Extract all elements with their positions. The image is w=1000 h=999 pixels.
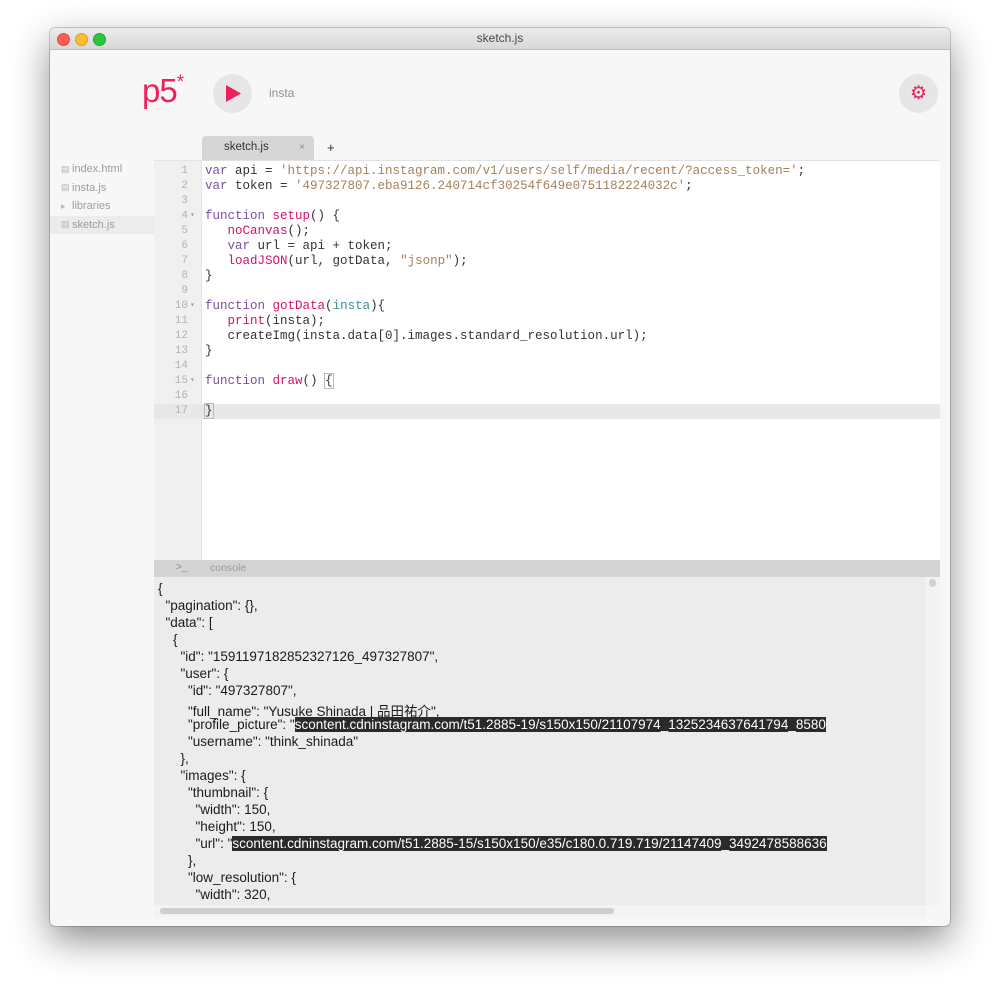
tab-close-icon[interactable]: × (299, 142, 305, 153)
file-icon: ▤ (61, 163, 70, 174)
folder-arrow-icon: ▸ (61, 200, 66, 211)
code-line[interactable]: 10 ▾ function gotData(insta){ (154, 299, 940, 314)
console-line: "url": "scontent.cdninstagram.com/t51.28… (158, 836, 827, 851)
code-line[interactable]: 11 print(insta); (154, 314, 940, 329)
console-header[interactable]: >_ console (154, 560, 940, 577)
fold-arrow-icon[interactable]: ▾ (190, 375, 195, 385)
window-title: sketch.js (476, 31, 524, 45)
console-line: "profile_picture": "scontent.cdninstagra… (158, 717, 826, 732)
console-prompt-icon: >_ (176, 562, 188, 573)
sidebar-item-index-html[interactable]: ▤ index.html (50, 160, 154, 179)
console-vertical-scrollbar[interactable] (926, 577, 940, 905)
console-label: console (210, 562, 247, 574)
code-line[interactable]: 4 ▾ function setup() { (154, 209, 940, 224)
file-sidebar: ▤ index.html ▤ insta.js ▸ libraries ▤ sketch… (50, 160, 154, 234)
fold-arrow-icon[interactable]: ▾ (190, 210, 195, 220)
code-line-active[interactable]: 17 } (154, 403, 940, 419)
line-number: 11 (174, 315, 188, 327)
console-line: "full_name": "Yusuke Shinada | 品田祐介", (158, 704, 440, 719)
console-horizontal-scrollbar[interactable] (154, 905, 926, 917)
code-line[interactable]: 2 var token = '497327807.eba9126.240714c… (154, 179, 940, 194)
tab-sketch-js[interactable]: sketch.js × (202, 136, 314, 160)
console-line: "low_resolution": { (158, 870, 296, 885)
console-line: "thumbnail": { (158, 785, 269, 800)
line-number: 5 (181, 225, 188, 237)
code-line[interactable]: 3 (154, 194, 940, 209)
play-icon (226, 85, 241, 102)
play-button[interactable] (213, 74, 252, 113)
console-line: "id": "497327807", (158, 683, 297, 698)
line-number: 10 (174, 300, 188, 312)
line-number: 1 (181, 165, 188, 177)
line-number: 8 (181, 270, 188, 282)
console-line: "height": 150, (158, 819, 276, 834)
sidebar-item-sketch-js[interactable]: ▤ sketch.js (50, 215, 154, 234)
code-editor[interactable]: 1 var api = 'https://api.instagram.com/v… (154, 160, 940, 561)
code-line[interactable]: 14 (154, 359, 940, 374)
code-line[interactable]: 7 loadJSON(url, gotData, "jsonp"); (154, 254, 940, 269)
line-number: 12 (174, 330, 188, 342)
code-line[interactable]: 8 } (154, 269, 940, 284)
scrollbar-thumb[interactable] (929, 579, 936, 587)
console-line: "pagination": {}, (158, 598, 258, 613)
line-number: 7 (181, 255, 188, 267)
console-line: "id": "1591197182852327126_497327807", (158, 649, 439, 664)
line-number: 3 (181, 195, 188, 207)
console-output[interactable]: { "pagination": {}, "data": [ { "id": "1… (154, 577, 926, 905)
line-number: 15 (174, 375, 188, 387)
code-line[interactable]: 6 var url = api + token; (154, 239, 940, 254)
line-number: 17 (174, 405, 188, 417)
console-line: "user": { (158, 666, 229, 681)
console-line: { (158, 632, 178, 647)
tab-label: sketch.js (224, 141, 269, 153)
add-tab-button[interactable]: + (327, 140, 335, 155)
file-icon: ▤ (61, 182, 70, 193)
sidebar-item-libraries[interactable]: ▸ libraries (50, 197, 154, 216)
code-line[interactable]: 15 ▾ function draw() { (154, 373, 940, 389)
console-line: "width": 320, (158, 887, 271, 902)
scrollbar-thumb[interactable] (160, 908, 614, 914)
p5-logo: p5* (142, 72, 184, 109)
sidebar-item-insta-js[interactable]: ▤ insta.js (50, 179, 154, 198)
code-line[interactable]: 9 (154, 284, 940, 299)
selected-url[interactable]: scontent.cdninstagram.com/t51.2885-19/s1… (294, 717, 826, 732)
console-line: "data": [ (158, 615, 213, 630)
settings-button[interactable]: ⚙ (899, 74, 938, 113)
sketch-name[interactable]: insta (269, 86, 294, 100)
title-bar: sketch.js (50, 28, 950, 50)
line-number: 4 (181, 210, 188, 222)
console-line: }, (158, 853, 197, 868)
code-line[interactable]: 13 } (154, 344, 940, 359)
line-number: 13 (174, 345, 188, 357)
line-number: 16 (174, 390, 188, 402)
code-line[interactable]: 5 noCanvas(); (154, 224, 940, 239)
code-line[interactable]: 12 createImg(insta.data[0].images.standa… (154, 329, 940, 344)
file-icon: ▤ (61, 219, 70, 230)
app-window: sketch.js p5* insta ⚙ sketch.js × + ▤ ind… (50, 28, 950, 926)
line-number: 14 (174, 360, 188, 372)
console-line: "width": 150, (158, 802, 271, 817)
fold-arrow-icon[interactable]: ▾ (190, 300, 195, 310)
line-number: 6 (181, 240, 188, 252)
line-number: 9 (181, 285, 188, 297)
line-number: 2 (181, 180, 188, 192)
console-line: "images": { (158, 768, 246, 783)
gear-icon: ⚙ (909, 83, 928, 104)
code-line[interactable]: 16 (154, 389, 940, 404)
code-line[interactable]: 1 var api = 'https://api.instagram.com/v… (154, 164, 940, 179)
console-line: "username": "think_shinada" (158, 734, 359, 749)
console-line: }, (158, 751, 189, 766)
selected-url[interactable]: scontent.cdninstagram.com/t51.2885-15/s1… (232, 836, 827, 851)
console-line: { (158, 581, 163, 596)
